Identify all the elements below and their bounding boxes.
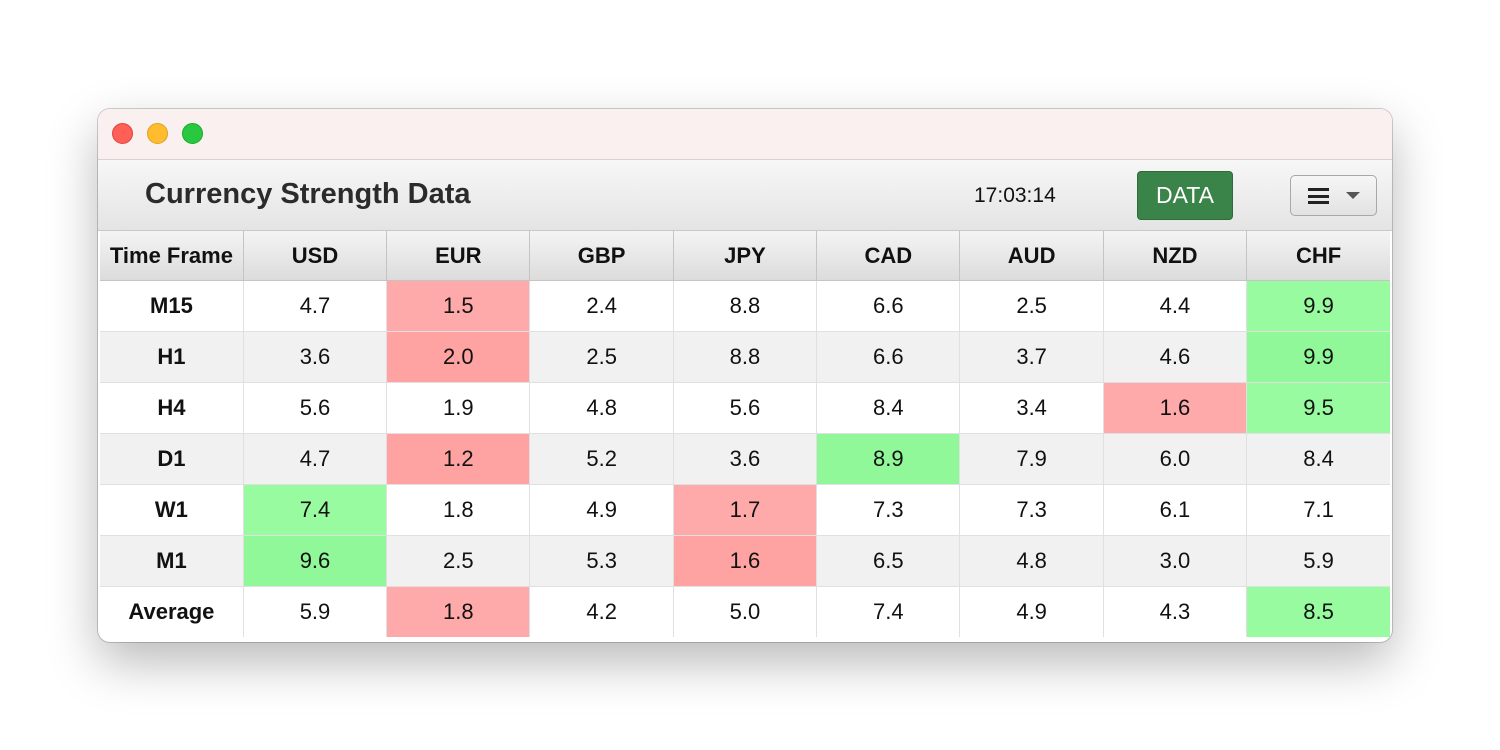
- table-row: M15 4.7 1.5 2.4 8.8 6.6 2.5 4.4 9.9: [100, 280, 1390, 332]
- table-header-row: Time Frame USD EUR GBP JPY CAD AUD NZD CHF: [100, 231, 1390, 281]
- strength-cell-aud: 3.7: [959, 331, 1104, 383]
- strength-cell-nzd: 3.0: [1102, 535, 1248, 587]
- strength-cell-eur: 1.9: [386, 382, 531, 434]
- strength-cell-cad: 8.4: [816, 382, 961, 434]
- time-frame-cell: W1: [100, 484, 244, 536]
- strength-cell-cad: 6.6: [816, 280, 961, 332]
- strength-cell-usd: 5.9: [242, 586, 388, 637]
- column-header-nzd[interactable]: NZD: [1102, 231, 1248, 281]
- title-bar: [98, 109, 1392, 160]
- minimize-window-button[interactable]: [147, 123, 168, 144]
- strength-cell-nzd: 6.1: [1102, 484, 1248, 536]
- column-header-cad[interactable]: CAD: [816, 231, 961, 281]
- strength-cell-chf: 7.1: [1246, 484, 1390, 536]
- strength-cell-nzd: 1.6: [1102, 382, 1248, 434]
- strength-cell-jpy: 8.8: [672, 331, 818, 383]
- strength-cell-usd: 5.6: [242, 382, 388, 434]
- strength-cell-eur: 1.5: [386, 280, 531, 332]
- table-row: Average 5.9 1.8 4.2 5.0 7.4 4.9 4.3 8.5: [100, 586, 1390, 637]
- strength-cell-chf: 9.9: [1246, 280, 1390, 332]
- time-frame-cell: D1: [100, 433, 244, 485]
- strength-cell-cad: 7.4: [816, 586, 961, 637]
- strength-cell-jpy: 1.7: [672, 484, 818, 536]
- strength-cell-chf: 8.5: [1246, 586, 1390, 637]
- strength-cell-aud: 4.8: [959, 535, 1104, 587]
- strength-cell-jpy: 5.6: [672, 382, 818, 434]
- chevron-down-icon: [1346, 192, 1360, 199]
- table-row: W1 7.4 1.8 4.9 1.7 7.3 7.3 6.1 7.1: [100, 484, 1390, 536]
- strength-cell-eur: 1.8: [386, 586, 531, 637]
- column-header-jpy[interactable]: JPY: [672, 231, 818, 281]
- strength-cell-aud: 7.3: [959, 484, 1104, 536]
- strength-cell-chf: 5.9: [1246, 535, 1390, 587]
- strength-cell-aud: 4.9: [959, 586, 1104, 637]
- clock-time: 17:03:14: [974, 184, 1056, 207]
- table-row: D1 4.7 1.2 5.2 3.6 8.9 7.9 6.0 8.4: [100, 433, 1390, 485]
- strength-cell-cad: 7.3: [816, 484, 961, 536]
- close-window-button[interactable]: [112, 123, 133, 144]
- strength-cell-jpy: 5.0: [672, 586, 818, 637]
- strength-cell-gbp: 5.2: [529, 433, 674, 485]
- time-frame-cell: Average: [100, 586, 244, 637]
- strength-cell-cad: 8.9: [816, 433, 961, 485]
- strength-cell-chf: 8.4: [1246, 433, 1390, 485]
- strength-cell-chf: 9.9: [1246, 331, 1390, 383]
- column-header-time-frame[interactable]: Time Frame: [100, 231, 244, 281]
- strength-cell-eur: 2.5: [386, 535, 531, 587]
- strength-cell-gbp: 4.2: [529, 586, 674, 637]
- toolbar: Currency Strength Data 17:03:14 DATA: [98, 160, 1392, 231]
- strength-cell-nzd: 4.6: [1102, 331, 1248, 383]
- column-header-eur[interactable]: EUR: [386, 231, 531, 281]
- table-row: M1 9.6 2.5 5.3 1.6 6.5 4.8 3.0 5.9: [100, 535, 1390, 587]
- strength-cell-aud: 3.4: [959, 382, 1104, 434]
- strength-cell-cad: 6.5: [816, 535, 961, 587]
- strength-cell-usd: 4.7: [242, 280, 388, 332]
- time-frame-cell: H1: [100, 331, 244, 383]
- strength-cell-nzd: 4.3: [1102, 586, 1248, 637]
- strength-cell-usd: 4.7: [242, 433, 388, 485]
- column-header-usd[interactable]: USD: [242, 231, 388, 281]
- strength-cell-jpy: 3.6: [672, 433, 818, 485]
- strength-cell-eur: 2.0: [386, 331, 531, 383]
- table-row: H4 5.6 1.9 4.8 5.6 8.4 3.4 1.6 9.5: [100, 382, 1390, 434]
- app-window: Currency Strength Data 17:03:14 DATA Tim…: [98, 109, 1392, 642]
- column-header-gbp[interactable]: GBP: [529, 231, 674, 281]
- column-header-chf[interactable]: CHF: [1246, 231, 1390, 281]
- zoom-window-button[interactable]: [182, 123, 203, 144]
- strength-cell-gbp: 4.9: [529, 484, 674, 536]
- column-header-aud[interactable]: AUD: [959, 231, 1104, 281]
- strength-cell-cad: 6.6: [816, 331, 961, 383]
- strength-cell-aud: 2.5: [959, 280, 1104, 332]
- data-button[interactable]: DATA: [1137, 171, 1233, 220]
- strength-cell-jpy: 1.6: [672, 535, 818, 587]
- strength-cell-eur: 1.2: [386, 433, 531, 485]
- time-frame-cell: M15: [100, 280, 244, 332]
- strength-cell-usd: 7.4: [242, 484, 388, 536]
- strength-cell-chf: 9.5: [1246, 382, 1390, 434]
- strength-cell-gbp: 5.3: [529, 535, 674, 587]
- hamburger-menu-icon: [1308, 188, 1329, 204]
- strength-cell-gbp: 2.5: [529, 331, 674, 383]
- strength-cell-nzd: 4.4: [1102, 280, 1248, 332]
- currency-strength-table: Time Frame USD EUR GBP JPY CAD AUD NZD CHF M15 4.…: [100, 231, 1390, 637]
- table-row: H1 3.6 2.0 2.5 8.8 6.6 3.7 4.6 9.9: [100, 331, 1390, 383]
- time-frame-cell: M1: [100, 535, 244, 587]
- strength-cell-usd: 3.6: [242, 331, 388, 383]
- strength-cell-gbp: 4.8: [529, 382, 674, 434]
- strength-cell-eur: 1.8: [386, 484, 531, 536]
- strength-cell-nzd: 6.0: [1102, 433, 1248, 485]
- strength-cell-usd: 9.6: [242, 535, 388, 587]
- menu-dropdown-button[interactable]: [1290, 175, 1377, 216]
- strength-cell-aud: 7.9: [959, 433, 1104, 485]
- strength-cell-jpy: 8.8: [672, 280, 818, 332]
- time-frame-cell: H4: [100, 382, 244, 434]
- page-title: Currency Strength Data: [145, 178, 471, 210]
- strength-cell-gbp: 2.4: [529, 280, 674, 332]
